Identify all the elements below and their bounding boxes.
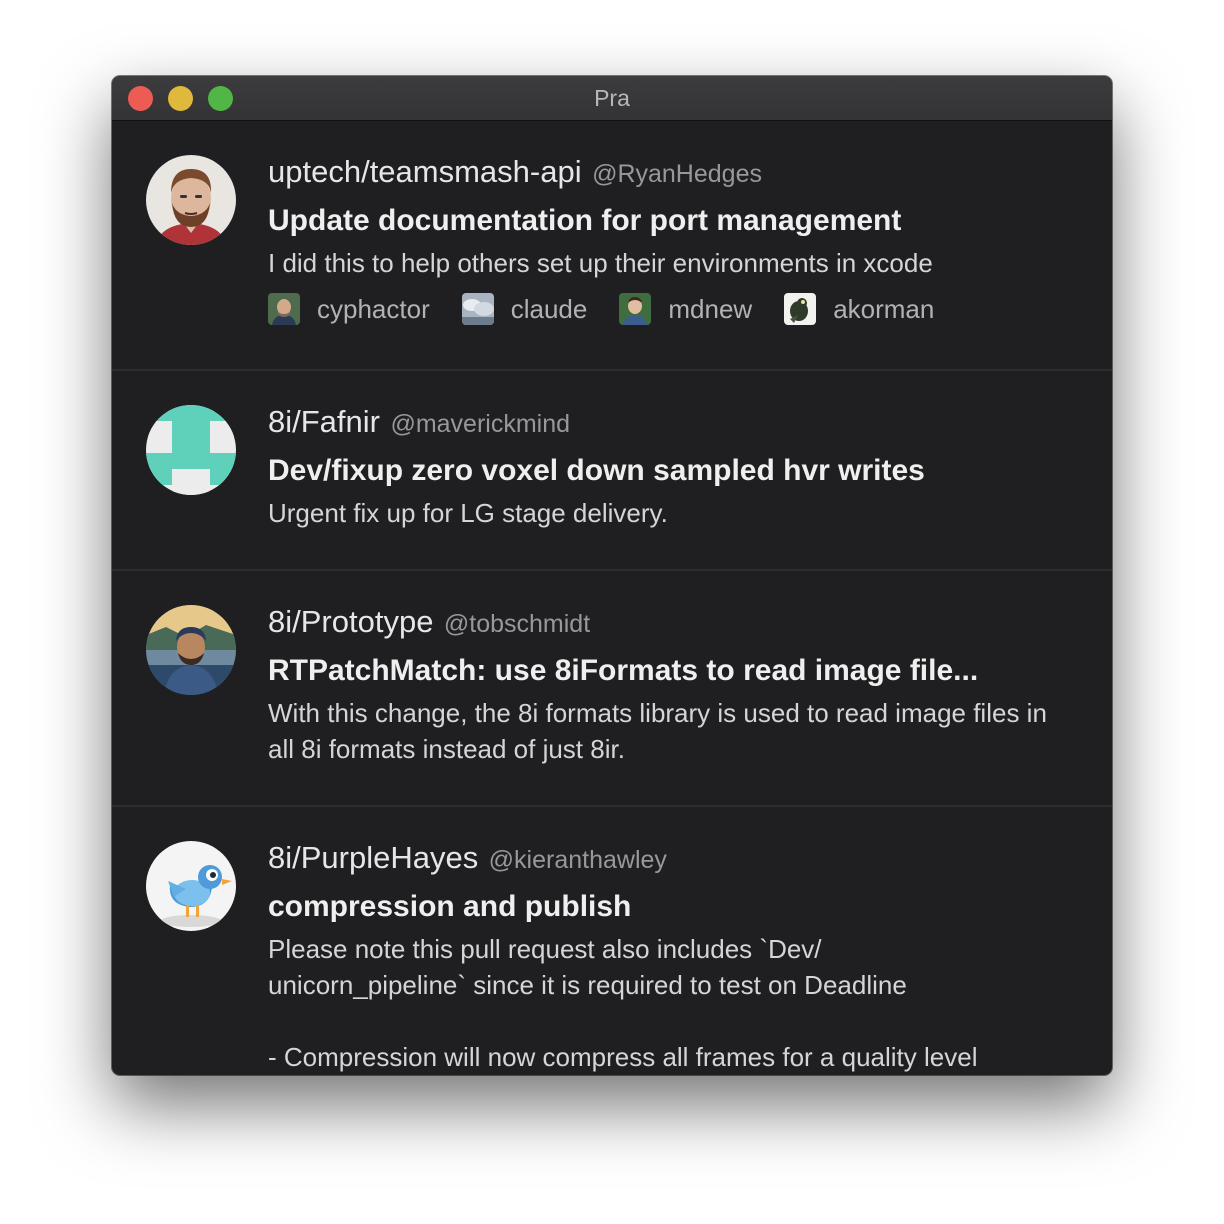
pr-description: I did this to help others set up their e…	[268, 248, 933, 278]
zoom-button[interactable]	[208, 86, 233, 111]
reviewer-name: akorman	[833, 293, 935, 324]
cloud-landscape-avatar-icon	[461, 293, 494, 325]
pull-request-item[interactable]: 8i/Prototype @tobschmidt RTPatchMatch: u…	[112, 571, 1112, 807]
repo-line: 8i/Prototype @tobschmidt	[268, 605, 1082, 645]
reviewer-name: claude	[510, 293, 588, 324]
repo-name: 8i/PurpleHayes	[268, 840, 479, 875]
repo-line: uptech/teamsmash-api @RyanHedges	[268, 155, 1082, 195]
teal-identicon-avatar-icon	[146, 405, 236, 495]
repo-name: 8i/Prototype	[268, 604, 434, 639]
man-portrait-avatar-icon	[268, 293, 300, 325]
window-title: Pra	[594, 84, 630, 111]
reviewer: mdnew	[619, 293, 752, 325]
pr-description: With this change, the 8i formats library…	[268, 698, 1047, 764]
man-green-background-avatar-icon	[619, 293, 652, 325]
reviewer: akorman	[784, 293, 934, 325]
pr-title: Dev/fixup zero voxel down sampled hvr wr…	[268, 454, 925, 487]
app-window: Pra uptech/teamsmash-api @RyanHedges Upd…	[112, 76, 1112, 1075]
reviewer-name: mdnew	[668, 293, 753, 324]
pull-request-item[interactable]: uptech/teamsmash-api @RyanHedges Update …	[112, 121, 1112, 371]
pull-request-list: uptech/teamsmash-api @RyanHedges Update …	[112, 121, 1112, 1075]
author-handle: @kieranthawley	[488, 846, 667, 874]
repo-line: 8i/PurpleHayes @kieranthawley	[268, 841, 1082, 881]
pull-request-item[interactable]: 8i/Fafnir @maverickmind Dev/fixup zero v…	[112, 371, 1112, 571]
author-handle: @tobschmidt	[443, 610, 591, 638]
pr-title: RTPatchMatch: use 8iFormats to read imag…	[268, 654, 979, 687]
window-controls	[128, 86, 233, 111]
reviewer: claude	[461, 293, 588, 325]
repo-name: 8i/Fafnir	[268, 404, 380, 439]
reviewer: cyphactor	[268, 293, 430, 325]
close-button[interactable]	[128, 86, 153, 111]
pr-description: Please note this pull request also inclu…	[268, 934, 978, 1072]
bearded-man-avatar-icon	[146, 155, 236, 245]
repo-name: uptech/teamsmash-api	[268, 154, 582, 189]
title-bar[interactable]: Pra	[112, 76, 1112, 121]
author-handle: @RyanHedges	[592, 160, 762, 188]
minimize-button[interactable]	[168, 86, 193, 111]
blue-bird-avatar-icon	[146, 841, 236, 931]
pr-description: Urgent fix up for LG stage delivery.	[268, 498, 668, 528]
bird-drawing-avatar-icon	[784, 293, 817, 325]
author-handle: @maverickmind	[390, 410, 571, 438]
reviewer-name: cyphactor	[317, 293, 430, 324]
reviewer-list: cyphactor claude mdnew akorman	[268, 293, 1082, 325]
painted-portrait-avatar-icon	[146, 605, 236, 695]
pr-title: Update documentation for port management	[268, 204, 902, 237]
pull-request-item[interactable]: 8i/PurpleHayes @kieranthawley compressio…	[112, 807, 1112, 1075]
pr-title: compression and publish	[268, 890, 632, 923]
repo-line: 8i/Fafnir @maverickmind	[268, 405, 1082, 445]
